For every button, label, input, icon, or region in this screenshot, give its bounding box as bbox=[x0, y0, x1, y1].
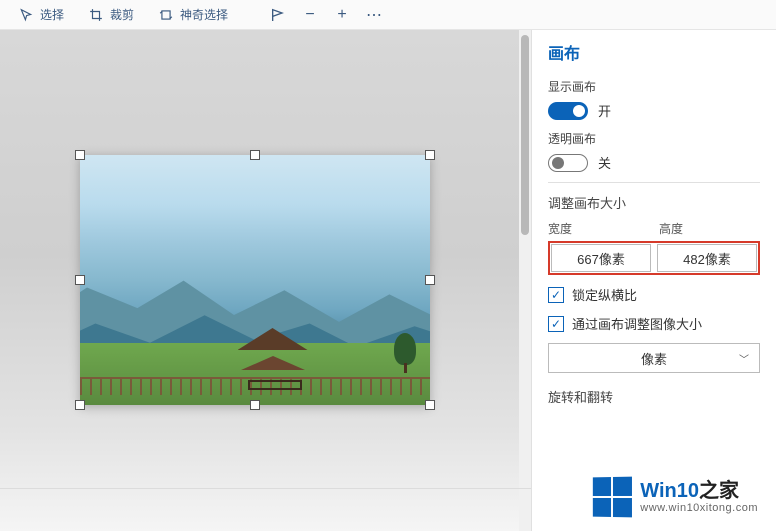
more-button[interactable]: ⋯ bbox=[360, 1, 388, 29]
show-canvas-label: 显示画布 bbox=[548, 78, 760, 95]
height-label: 高度 bbox=[659, 220, 760, 237]
unit-select-value: 像素 bbox=[641, 349, 667, 368]
zoom-out-button[interactable]: − bbox=[296, 1, 324, 29]
resize-section-title: 调整画布大小 bbox=[548, 193, 760, 212]
select-button[interactable]: 选择 bbox=[8, 2, 74, 27]
dimension-inputs-highlight: 667像素 482像素 bbox=[548, 241, 760, 275]
resize-handle-mr[interactable] bbox=[425, 275, 435, 285]
panel-title: 画布 bbox=[548, 40, 760, 64]
watermark-url: www.win10xitong.com bbox=[640, 503, 758, 514]
flag-icon[interactable] bbox=[264, 1, 292, 29]
cursor-icon bbox=[18, 7, 34, 23]
transparent-canvas-state: 关 bbox=[598, 153, 611, 172]
resize-handle-br[interactable] bbox=[425, 400, 435, 410]
magic-select-button[interactable]: 神奇选择 bbox=[148, 2, 238, 27]
transparent-canvas-toggle[interactable] bbox=[548, 154, 588, 172]
lock-ratio-checkbox[interactable]: ✓ bbox=[548, 287, 564, 303]
width-label: 宽度 bbox=[548, 220, 649, 237]
vertical-scrollbar[interactable] bbox=[519, 30, 531, 531]
show-canvas-state: 开 bbox=[598, 101, 611, 120]
windows-logo-icon bbox=[593, 477, 632, 518]
toolbar: 选择 裁剪 神奇选择 − + ⋯ bbox=[0, 0, 776, 30]
transparent-canvas-label: 透明画布 bbox=[548, 130, 760, 147]
select-label: 选择 bbox=[40, 6, 64, 23]
watermark: Win10之家 www.win10xitong.com bbox=[586, 473, 764, 521]
properties-panel: 画布 显示画布 开 透明画布 关 调整画布大小 宽度 高度 667像素 482像… bbox=[531, 30, 776, 531]
scrollbar-thumb[interactable] bbox=[521, 35, 529, 235]
canvas-image bbox=[80, 155, 430, 405]
zoom-in-button[interactable]: + bbox=[328, 1, 356, 29]
crop-label: 裁剪 bbox=[110, 6, 134, 23]
rotate-flip-title: 旋转和翻转 bbox=[548, 387, 760, 406]
resize-handle-ml[interactable] bbox=[75, 275, 85, 285]
resize-image-label: 通过画布调整图像大小 bbox=[572, 314, 702, 333]
chevron-down-icon: ﹀ bbox=[739, 351, 749, 366]
resize-handle-bm[interactable] bbox=[250, 400, 260, 410]
width-input[interactable]: 667像素 bbox=[551, 244, 651, 272]
image-selection[interactable] bbox=[80, 155, 430, 405]
resize-image-checkbox[interactable]: ✓ bbox=[548, 316, 564, 332]
unit-select[interactable]: 像素 ﹀ bbox=[548, 343, 760, 373]
height-input[interactable]: 482像素 bbox=[657, 244, 757, 272]
canvas-area[interactable] bbox=[0, 30, 531, 531]
lock-ratio-label: 锁定纵横比 bbox=[572, 285, 637, 304]
resize-handle-tl[interactable] bbox=[75, 150, 85, 160]
magic-select-label: 神奇选择 bbox=[180, 6, 228, 23]
magic-select-icon bbox=[158, 7, 174, 23]
watermark-brand: Win10之家 bbox=[640, 481, 758, 501]
crop-button[interactable]: 裁剪 bbox=[78, 2, 144, 27]
show-canvas-toggle[interactable] bbox=[548, 102, 588, 120]
resize-handle-tm[interactable] bbox=[250, 150, 260, 160]
resize-handle-tr[interactable] bbox=[425, 150, 435, 160]
crop-icon bbox=[88, 7, 104, 23]
resize-handle-bl[interactable] bbox=[75, 400, 85, 410]
